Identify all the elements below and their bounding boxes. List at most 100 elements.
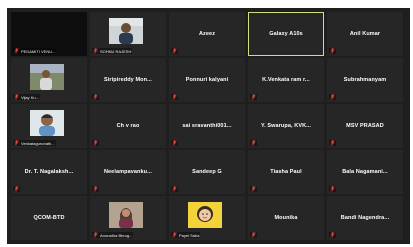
participant-name-bar: SOHNU RAJESH	[92, 48, 133, 54]
participant-name: Y. Swarupa, KVK...	[260, 123, 312, 129]
mic-muted-icon	[251, 94, 256, 100]
mute-indicator	[250, 94, 257, 100]
participant-name: Tiasha Paul	[270, 169, 302, 175]
mute-indicator	[171, 140, 178, 146]
participant-video	[188, 202, 222, 228]
participant-tile[interactable]: Neelampavanku...	[90, 150, 166, 194]
mute-indicator	[329, 232, 336, 238]
participant-name: Siripireddy Mon...	[104, 77, 152, 83]
participant-video	[30, 64, 64, 90]
participant-tile[interactable]: SOHNU RAJESH	[90, 12, 166, 56]
mute-indicator	[250, 140, 257, 146]
participant-tile[interactable]: Anuradha Bhrug...	[90, 196, 166, 240]
mic-muted-icon	[330, 232, 335, 238]
mute-indicator	[171, 48, 178, 54]
mic-muted-icon	[172, 232, 177, 238]
participant-name: PEDAMITI VENU...	[21, 48, 56, 54]
mic-muted-icon	[14, 94, 19, 100]
participant-video	[109, 18, 143, 44]
participant-name: Azeez	[198, 31, 216, 37]
participant-tile[interactable]: Bala Nagamani...	[327, 150, 403, 194]
participant-tile[interactable]: PEDAMITI VENU...	[11, 12, 87, 56]
participant-name: SOHNU RAJESH	[100, 48, 132, 54]
mute-indicator	[92, 94, 99, 100]
participant-tile[interactable]: Mounika	[248, 196, 324, 240]
mute-indicator	[329, 48, 336, 54]
participant-name: Payel Saha	[179, 232, 200, 238]
participant-tile[interactable]: Ponnuri kalyani	[169, 58, 245, 102]
participant-name: Galaxy A10s	[269, 31, 303, 37]
participant-grid: PEDAMITI VENU... SOHNU RAJESH Azeez Galaxy …	[11, 12, 403, 240]
mute-indicator	[329, 140, 336, 146]
mic-muted-icon	[93, 94, 98, 100]
mic-muted-icon	[14, 140, 19, 146]
participant-tile[interactable]: K.Venkata ram r...	[248, 58, 324, 102]
participant-name: Anuradha Bhrug...	[100, 232, 133, 238]
participant-name: Bala Nagamani...	[342, 169, 388, 175]
participant-tile[interactable]: Venkatagurunath...	[11, 104, 87, 148]
mic-muted-icon	[172, 140, 177, 146]
participant-name-bar: Anuradha Bhrug...	[92, 232, 134, 238]
mute-indicator	[171, 94, 178, 100]
mute-indicator	[250, 186, 257, 192]
participant-tile[interactable]: Payel Saha	[169, 196, 245, 240]
participant-tile[interactable]: Ch v rao	[90, 104, 166, 148]
participant-name: Neelampavanku...	[103, 169, 153, 175]
mute-indicator	[92, 186, 99, 192]
participant-name: K.Venkata ram r...	[262, 77, 310, 83]
participant-video	[109, 202, 143, 228]
participant-name-bar: Vijay Ku...	[13, 94, 40, 100]
mic-muted-icon	[14, 48, 19, 54]
participant-tile[interactable]: Subrahmanyam	[327, 58, 403, 102]
participant-tile[interactable]: Bandi Nagendra...	[327, 196, 403, 240]
participant-name: Dr. T. Nagalaksh...	[24, 169, 74, 175]
participant-name-bar: PEDAMITI VENU...	[13, 48, 57, 54]
participant-tile[interactable]: QCOM-BTD	[11, 196, 87, 240]
participant-name: Sandeep G	[192, 169, 222, 175]
participant-name: MSV PRASAD	[346, 123, 384, 129]
participant-tile[interactable]: Azeez	[169, 12, 245, 56]
mic-muted-icon	[330, 94, 335, 100]
participant-video	[30, 110, 64, 136]
mic-muted-icon	[251, 186, 256, 192]
participant-name: Subrahmanyam	[343, 77, 387, 83]
mic-muted-icon	[14, 186, 19, 192]
participant-tile[interactable]: Anil Kumar	[327, 12, 403, 56]
participant-name: Ponnuri kalyani	[185, 77, 229, 83]
mute-indicator	[329, 94, 336, 100]
mute-indicator	[171, 186, 178, 192]
participant-tile[interactable]: Tiasha Paul	[248, 150, 324, 194]
mic-muted-icon	[93, 186, 98, 192]
participant-name-bar: Venkatagurunath...	[13, 140, 56, 146]
participant-name: Mounika	[274, 215, 298, 221]
meeting-gallery-window: PEDAMITI VENU... SOHNU RAJESH Azeez Galaxy …	[7, 8, 410, 244]
mic-muted-icon	[93, 232, 98, 238]
mute-indicator	[92, 140, 99, 146]
mic-muted-icon	[251, 232, 256, 238]
participant-name: Bandi Nagendra...	[340, 215, 390, 221]
participant-tile[interactable]: MSV PRASAD	[327, 104, 403, 148]
mic-muted-icon	[172, 94, 177, 100]
participant-tile[interactable]: Y. Swarupa, KVK...	[248, 104, 324, 148]
participant-tile[interactable]: Sandeep G	[169, 150, 245, 194]
participant-name: QCOM-BTD	[33, 215, 65, 221]
mic-muted-icon	[93, 140, 98, 146]
participant-tile[interactable]: Dr. T. Nagalaksh...	[11, 150, 87, 194]
participant-tile[interactable]: Siripireddy Mon...	[90, 58, 166, 102]
mic-muted-icon	[172, 186, 177, 192]
mic-muted-icon	[330, 186, 335, 192]
mic-muted-icon	[172, 48, 177, 54]
participant-name-bar: Payel Saha	[171, 232, 201, 238]
participant-tile[interactable]: Vijay Ku...	[11, 58, 87, 102]
participant-name: sai sravanthi001...	[182, 123, 232, 129]
mute-indicator	[250, 232, 257, 238]
participant-tile[interactable]: sai sravanthi001...	[169, 104, 245, 148]
mic-muted-icon	[93, 48, 98, 54]
participant-tile[interactable]: Galaxy A10s	[248, 12, 324, 56]
participant-name: Venkatagurunath...	[21, 140, 55, 146]
participant-name: Ch v rao	[116, 123, 140, 129]
mute-indicator	[329, 186, 336, 192]
participant-name: Vijay Ku...	[21, 94, 39, 100]
mic-muted-icon	[330, 140, 335, 146]
mic-muted-icon	[251, 140, 256, 146]
